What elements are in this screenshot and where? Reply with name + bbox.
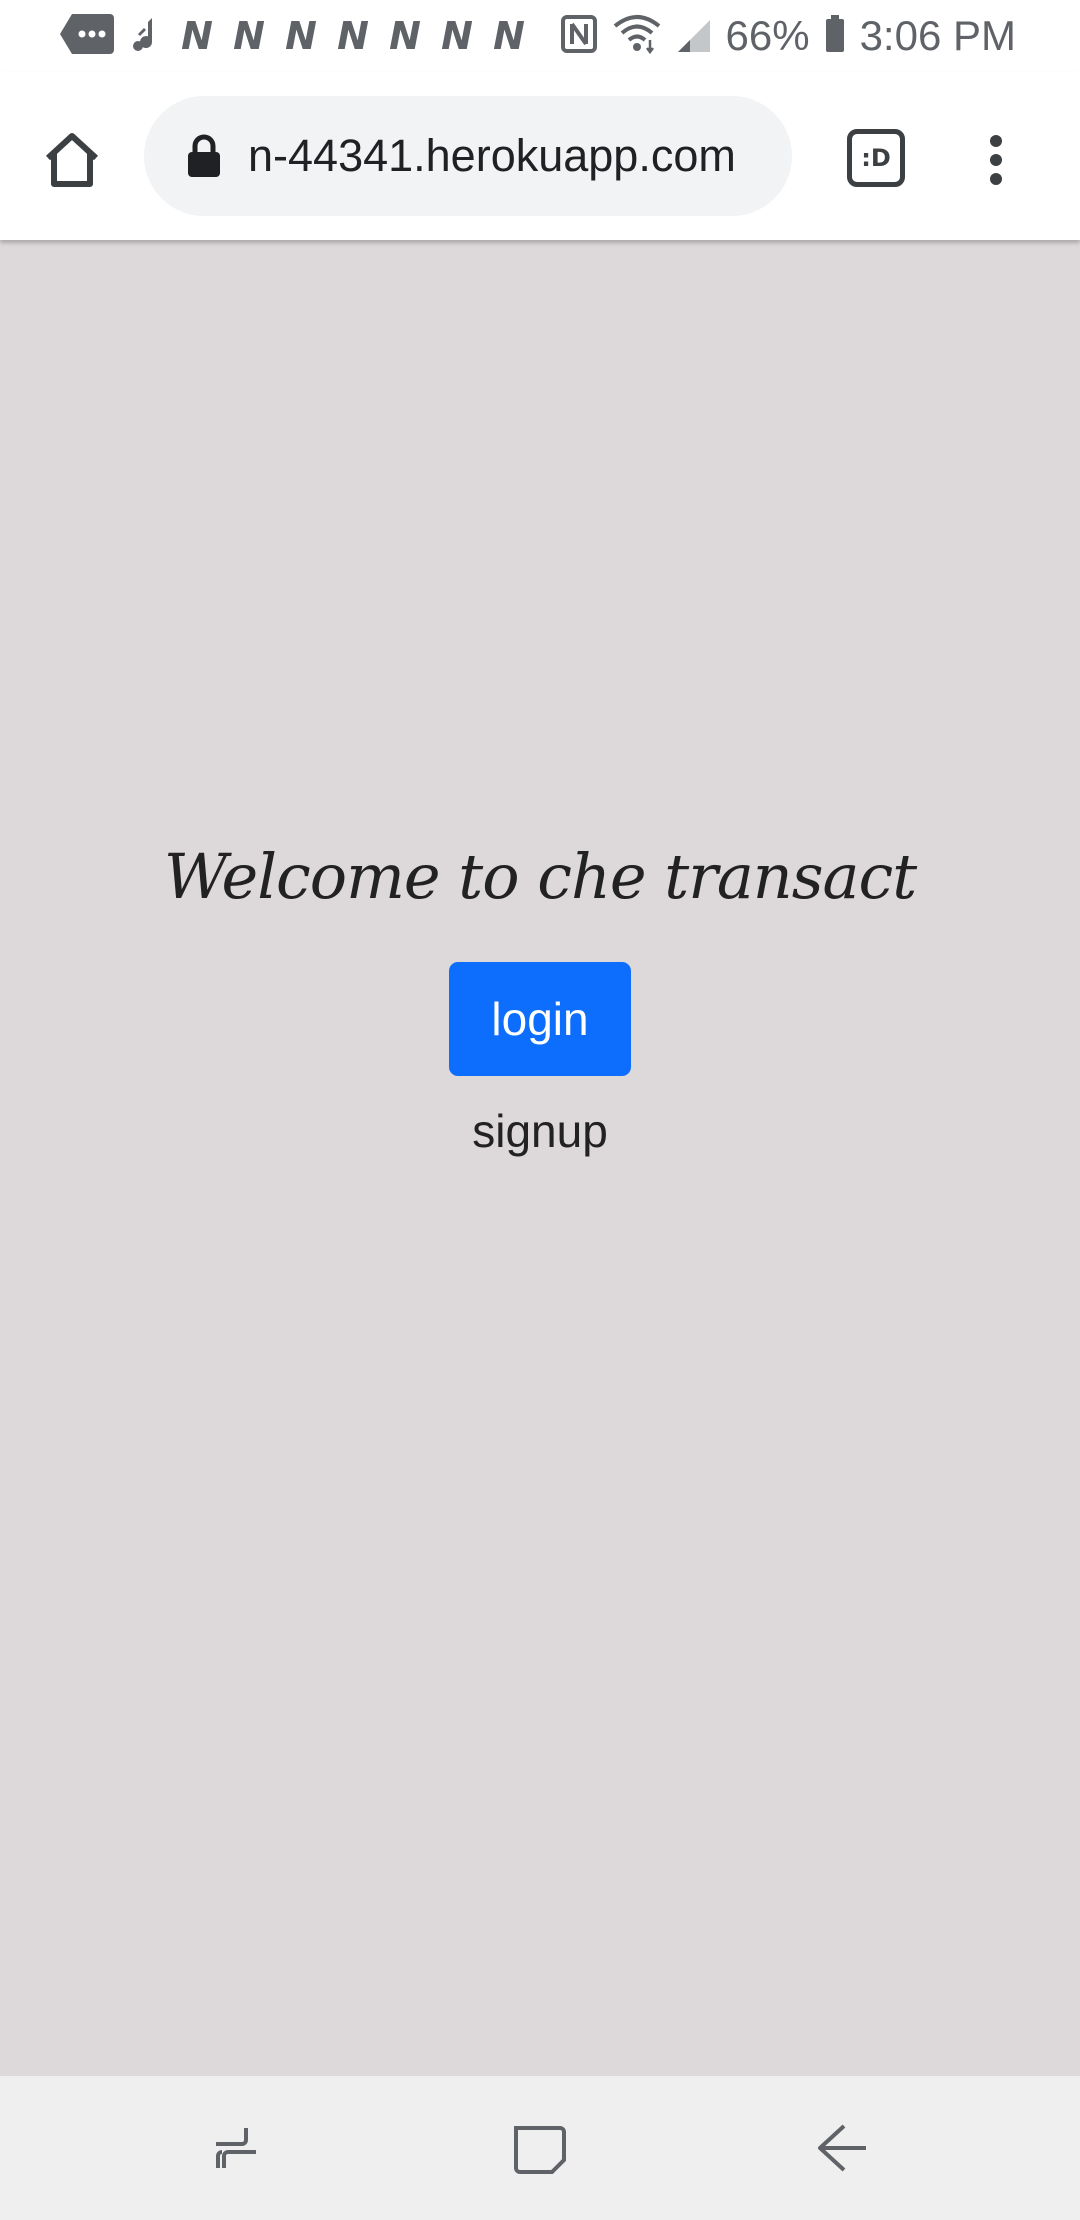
page-content: Welcome to che transact login signup <box>0 240 1080 2075</box>
home-nav-button[interactable] <box>504 2112 576 2184</box>
recents-icon <box>216 2128 256 2168</box>
home-button[interactable] <box>30 118 114 202</box>
back-button[interactable] <box>806 2112 878 2184</box>
more-vert-icon <box>990 135 1002 147</box>
browser-menu-button[interactable] <box>966 118 1026 202</box>
status-system: 66% 3:06 PM <box>560 10 1016 62</box>
signup-link[interactable]: signup <box>0 1104 1080 1158</box>
clock: 3:06 PM <box>859 12 1016 59</box>
back-icon <box>818 2124 866 2172</box>
music-icon <box>130 14 164 59</box>
system-nav-bar <box>0 2076 1080 2220</box>
message-icon <box>58 12 116 61</box>
n-notification-icon: N <box>181 14 213 58</box>
status-notifications: N N N N N N N <box>58 10 528 62</box>
n-notification-icon: N <box>441 14 473 58</box>
tab-count: :D <box>847 129 905 187</box>
welcome-heading: Welcome to che transact <box>163 840 917 913</box>
status-bar: N N N N N N N 66% 3:06 PM <box>0 0 1080 72</box>
lock-icon[interactable] <box>184 130 224 182</box>
home-icon <box>45 133 99 187</box>
tab-switcher-button[interactable]: :D <box>846 128 906 188</box>
home-nav-icon <box>514 2126 566 2174</box>
n-notification-icon: N <box>389 14 421 58</box>
signal-icon <box>676 14 712 59</box>
battery-percent: 66% <box>725 12 810 59</box>
battery-icon <box>824 14 846 59</box>
screen: N N N N N N N 66% 3:06 PM n-44341.heroku… <box>0 0 1080 2220</box>
n-notification-icon: N <box>493 14 525 58</box>
more-vert-icon-dot <box>990 173 1002 185</box>
nfc-icon <box>560 14 598 59</box>
n-notification-icon: N <box>337 14 369 58</box>
wifi-icon <box>612 14 662 59</box>
address-bar[interactable]: n-44341.herokuapp.com <box>144 96 792 216</box>
n-notification-icon: N <box>285 14 317 58</box>
more-vert-icon-dot <box>990 154 1002 166</box>
recents-button[interactable] <box>202 2112 274 2184</box>
url-text[interactable]: n-44341.herokuapp.com <box>248 130 736 182</box>
n-notification-icon: N <box>233 14 265 58</box>
login-button[interactable]: login <box>449 962 631 1076</box>
browser-toolbar: n-44341.herokuapp.com :D <box>0 72 1080 240</box>
